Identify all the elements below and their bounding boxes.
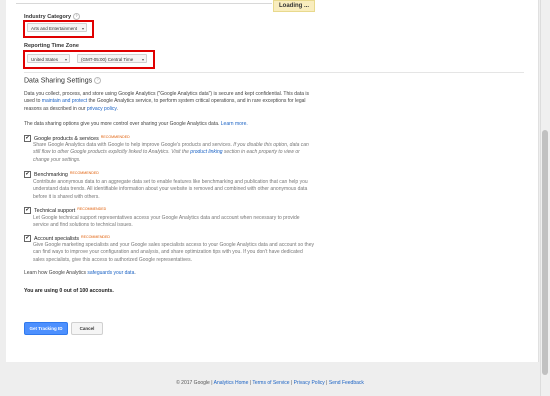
desc-line: still flow to other Google products expl… xyxy=(33,149,503,156)
intro-line: used to maintain and protect the Google … xyxy=(24,98,494,105)
help-icon[interactable]: ? xyxy=(73,13,81,20)
intro-text: Data you collect, process, and store usi… xyxy=(24,91,494,113)
text: If you disable this option, data can xyxy=(233,142,309,148)
chevron-down-icon: ▾ xyxy=(141,57,144,62)
privacy-link[interactable]: Privacy Policy xyxy=(294,380,325,386)
cancel-button[interactable]: Cancel xyxy=(71,322,103,335)
divider xyxy=(16,3,272,4)
intro-line: reasons as described in our privacy poli… xyxy=(24,106,494,113)
desc-line: can find ways to improve your configurat… xyxy=(33,249,303,256)
industry-category-dropdown[interactable]: Arts and Entertainment ▾ xyxy=(27,23,87,32)
option-label: Technical support xyxy=(34,207,76,214)
industry-category-label: Industry Category? xyxy=(24,13,81,20)
recommended-badge: RECOMMENDED xyxy=(77,207,107,211)
intro-line: Data you collect, process, and store usi… xyxy=(24,91,309,97)
safeguards-text: Learn how Google Analytics safeguards yo… xyxy=(24,270,494,277)
time-zone-dropdown[interactable]: (GMT-05:00) Central Time ▾ xyxy=(77,54,147,63)
benchmarking-option[interactable]: ✔ Benchmarking RECOMMENDED xyxy=(24,171,99,178)
checkbox-checked[interactable]: ✔ xyxy=(24,171,31,178)
data-sharing-title-text: Data Sharing Settings xyxy=(24,77,93,85)
accounts-usage: You are using 0 out of 100 accounts. xyxy=(24,288,114,294)
text: the Google Analytics service, to perform… xyxy=(87,98,306,105)
text: reasons as described in our xyxy=(24,105,87,112)
desc-line: before it is shared with others. xyxy=(33,193,100,200)
reporting-time-zone-label: Reporting Time Zone xyxy=(24,43,79,49)
privacy-policy-link[interactable]: privacy policy xyxy=(87,106,117,112)
text: change your settings. xyxy=(33,156,81,163)
checkbox-checked[interactable]: ✔ xyxy=(24,135,31,142)
scrollbar-thumb[interactable] xyxy=(542,130,548,375)
maintain-protect-link[interactable]: maintain and protect xyxy=(42,98,87,104)
option-description: Let Google technical support representat… xyxy=(33,215,503,230)
option-description: Give Google marketing specialists and yo… xyxy=(33,242,503,264)
copyright: © 2017 Google xyxy=(176,380,210,386)
checkbox-checked[interactable]: ✔ xyxy=(24,235,31,242)
recommended-badge: RECOMMENDED xyxy=(100,135,130,139)
google-products-option[interactable]: ✔ Google products & services RECOMMENDED xyxy=(24,135,130,142)
chevron-down-icon: ▾ xyxy=(81,26,84,31)
technical-support-option[interactable]: ✔ Technical support RECOMMENDED xyxy=(24,207,106,214)
option-description: Share Google Analytics data with Google … xyxy=(33,142,503,164)
analytics-home-link[interactable]: Analytics Home xyxy=(214,380,249,386)
help-icon[interactable]: ? xyxy=(94,77,102,84)
terms-link[interactable]: Terms of Service xyxy=(252,380,289,386)
text: Learn how Google Analytics xyxy=(24,270,88,276)
recommended-badge: RECOMMENDED xyxy=(81,235,110,239)
send-feedback-link[interactable]: Send Feedback xyxy=(329,380,364,386)
desc-line: Contribute anonymous data to an aggregat… xyxy=(33,179,308,185)
desc-line: change your settings. xyxy=(33,157,503,164)
desc-line: sales specialists, give this access to a… xyxy=(33,256,192,263)
text: section in each property to view or xyxy=(222,149,300,156)
desc-line: Give Google marketing specialists and yo… xyxy=(33,242,314,248)
get-tracking-id-button[interactable]: Get Tracking ID xyxy=(24,322,68,335)
option-description: Contribute anonymous data to an aggregat… xyxy=(33,179,503,201)
footer: © 2017 Google | Analytics Home | Terms o… xyxy=(176,380,364,386)
option-label: Benchmarking xyxy=(34,171,68,178)
divider xyxy=(24,72,524,73)
text: Share Google Analytics data with Google … xyxy=(33,142,234,148)
learn-more-link[interactable]: Learn more. xyxy=(221,121,248,127)
desc-line: service and find solutions to technical … xyxy=(33,222,133,229)
text: . xyxy=(134,270,136,276)
options-text: The data sharing options give you more c… xyxy=(24,121,494,128)
account-specialists-option[interactable]: ✔ Account specialists RECOMMENDED xyxy=(24,235,110,242)
text: The data sharing options give you more c… xyxy=(24,121,221,127)
text: still flow to other Google products expl… xyxy=(33,149,191,156)
data-sharing-title: Data Sharing Settings? xyxy=(24,77,102,85)
chevron-down-icon: ▾ xyxy=(64,57,67,62)
desc-line: Share Google Analytics data with Google … xyxy=(33,142,503,149)
desc-line: Let Google technical support representat… xyxy=(33,215,300,221)
text: used to xyxy=(24,98,42,105)
loading-indicator: Loading ... xyxy=(273,0,315,12)
industry-category-value: Arts and Entertainment xyxy=(31,26,78,31)
country-value: United States xyxy=(31,57,59,62)
option-label: Google products & services xyxy=(34,135,99,142)
safeguards-link[interactable]: safeguards your data xyxy=(87,270,134,276)
desc-line: understand data trends. All identifiable… xyxy=(33,186,308,193)
option-label: Account specialists xyxy=(34,235,80,242)
recommended-badge: RECOMMENDED xyxy=(69,171,99,175)
checkbox-checked[interactable]: ✔ xyxy=(24,207,31,214)
product-linking-link[interactable]: product linking xyxy=(190,149,222,155)
country-dropdown[interactable]: United States ▾ xyxy=(27,54,70,63)
text: . xyxy=(116,105,118,112)
time-zone-value: (GMT-05:00) Central Time xyxy=(81,57,134,62)
